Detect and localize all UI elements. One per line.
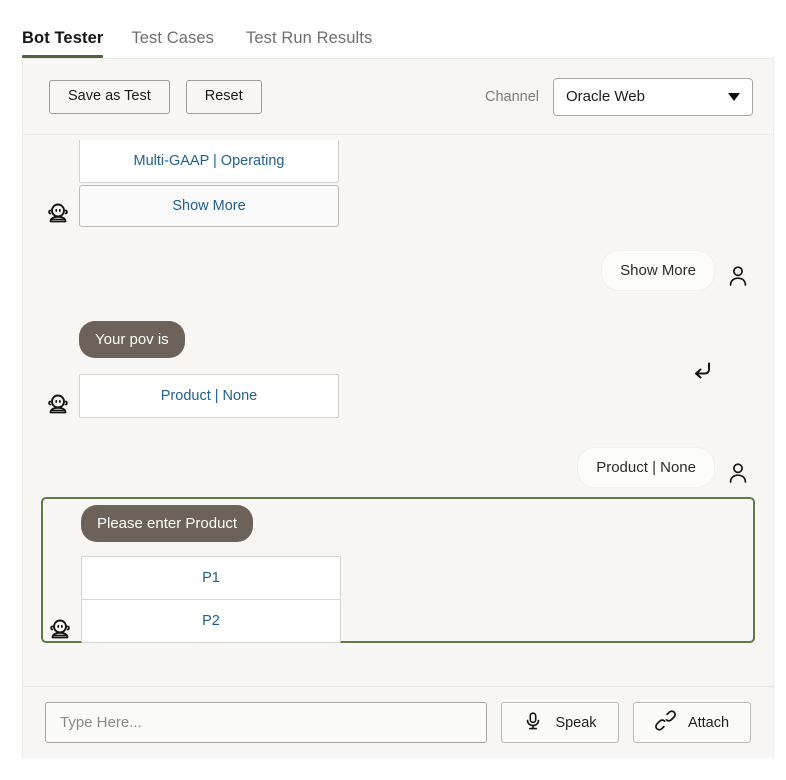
- channel-selector-group: Channel Oracle Web: [485, 78, 753, 116]
- chevron-down-icon: [728, 93, 740, 101]
- message-row-bot-your-pov: Your pov is Product | None: [43, 321, 339, 418]
- person-avatar-icon: [723, 458, 753, 488]
- message-row-user-show-more: Show More: [601, 250, 753, 291]
- message-stack: Multi-GAAP | Operating: [79, 140, 339, 183]
- robot-avatar-icon: [43, 197, 73, 227]
- message-row-bot-please-enter-product: Please enter Product P1 P2: [45, 505, 341, 643]
- toolbar: Save as Test Reset Channel Oracle Web: [23, 59, 773, 135]
- undo-arrow-icon[interactable]: [689, 357, 715, 383]
- attach-button-label: Attach: [688, 715, 729, 731]
- bot-message-bubble: Please enter Product: [81, 505, 253, 542]
- speak-button[interactable]: Speak: [501, 702, 619, 743]
- channel-select-value: Oracle Web: [566, 88, 645, 105]
- message-stack: Please enter Product P1 P2: [81, 505, 341, 643]
- bot-tester-app: Bot Tester Test Cases Test Run Results S…: [0, 0, 786, 780]
- bot-message-bubble: Your pov is: [79, 321, 185, 358]
- choice-card-show-more[interactable]: Show More: [79, 185, 339, 227]
- choice-card-product-none[interactable]: Product | None: [79, 374, 339, 418]
- save-as-test-button[interactable]: Save as Test: [49, 80, 170, 114]
- tab-bar: Bot Tester Test Cases Test Run Results: [0, 0, 786, 58]
- choice-card-p1[interactable]: P1: [81, 556, 341, 600]
- message-row-bot-multigaap: Multi-GAAP | Operating: [43, 140, 339, 183]
- message-composer: Speak Attach: [23, 686, 773, 758]
- choice-card-multi-gaap[interactable]: Multi-GAAP | Operating: [79, 140, 339, 183]
- tab-bot-tester[interactable]: Bot Tester: [22, 30, 111, 59]
- message-row-user-product-none: Product | None: [577, 447, 753, 488]
- robot-avatar-icon: [43, 388, 73, 418]
- message-stack: Your pov is Product | None: [79, 321, 339, 418]
- tab-test-cases[interactable]: Test Cases: [131, 30, 230, 59]
- attach-button[interactable]: Attach: [633, 702, 751, 743]
- user-message-bubble: Product | None: [577, 447, 715, 488]
- message-stack: Show More: [79, 185, 339, 227]
- chat-transcript[interactable]: Multi-GAAP | Operating: [23, 135, 773, 686]
- user-message-bubble: Show More: [601, 250, 715, 291]
- microphone-icon: [523, 711, 543, 735]
- tab-test-run-results[interactable]: Test Run Results: [246, 30, 388, 59]
- link-icon: [655, 710, 676, 735]
- person-avatar-icon: [723, 261, 753, 291]
- message-input[interactable]: [45, 702, 487, 743]
- message-row-bot-show-more: Show More: [43, 185, 339, 227]
- channel-label: Channel: [485, 89, 539, 105]
- reset-button[interactable]: Reset: [186, 80, 262, 114]
- choice-card-p2[interactable]: P2: [81, 600, 341, 643]
- robot-avatar-icon: [45, 613, 75, 643]
- bot-tester-panel: Save as Test Reset Channel Oracle Web Mu…: [22, 58, 774, 758]
- channel-select[interactable]: Oracle Web: [553, 78, 753, 116]
- speak-button-label: Speak: [555, 715, 596, 731]
